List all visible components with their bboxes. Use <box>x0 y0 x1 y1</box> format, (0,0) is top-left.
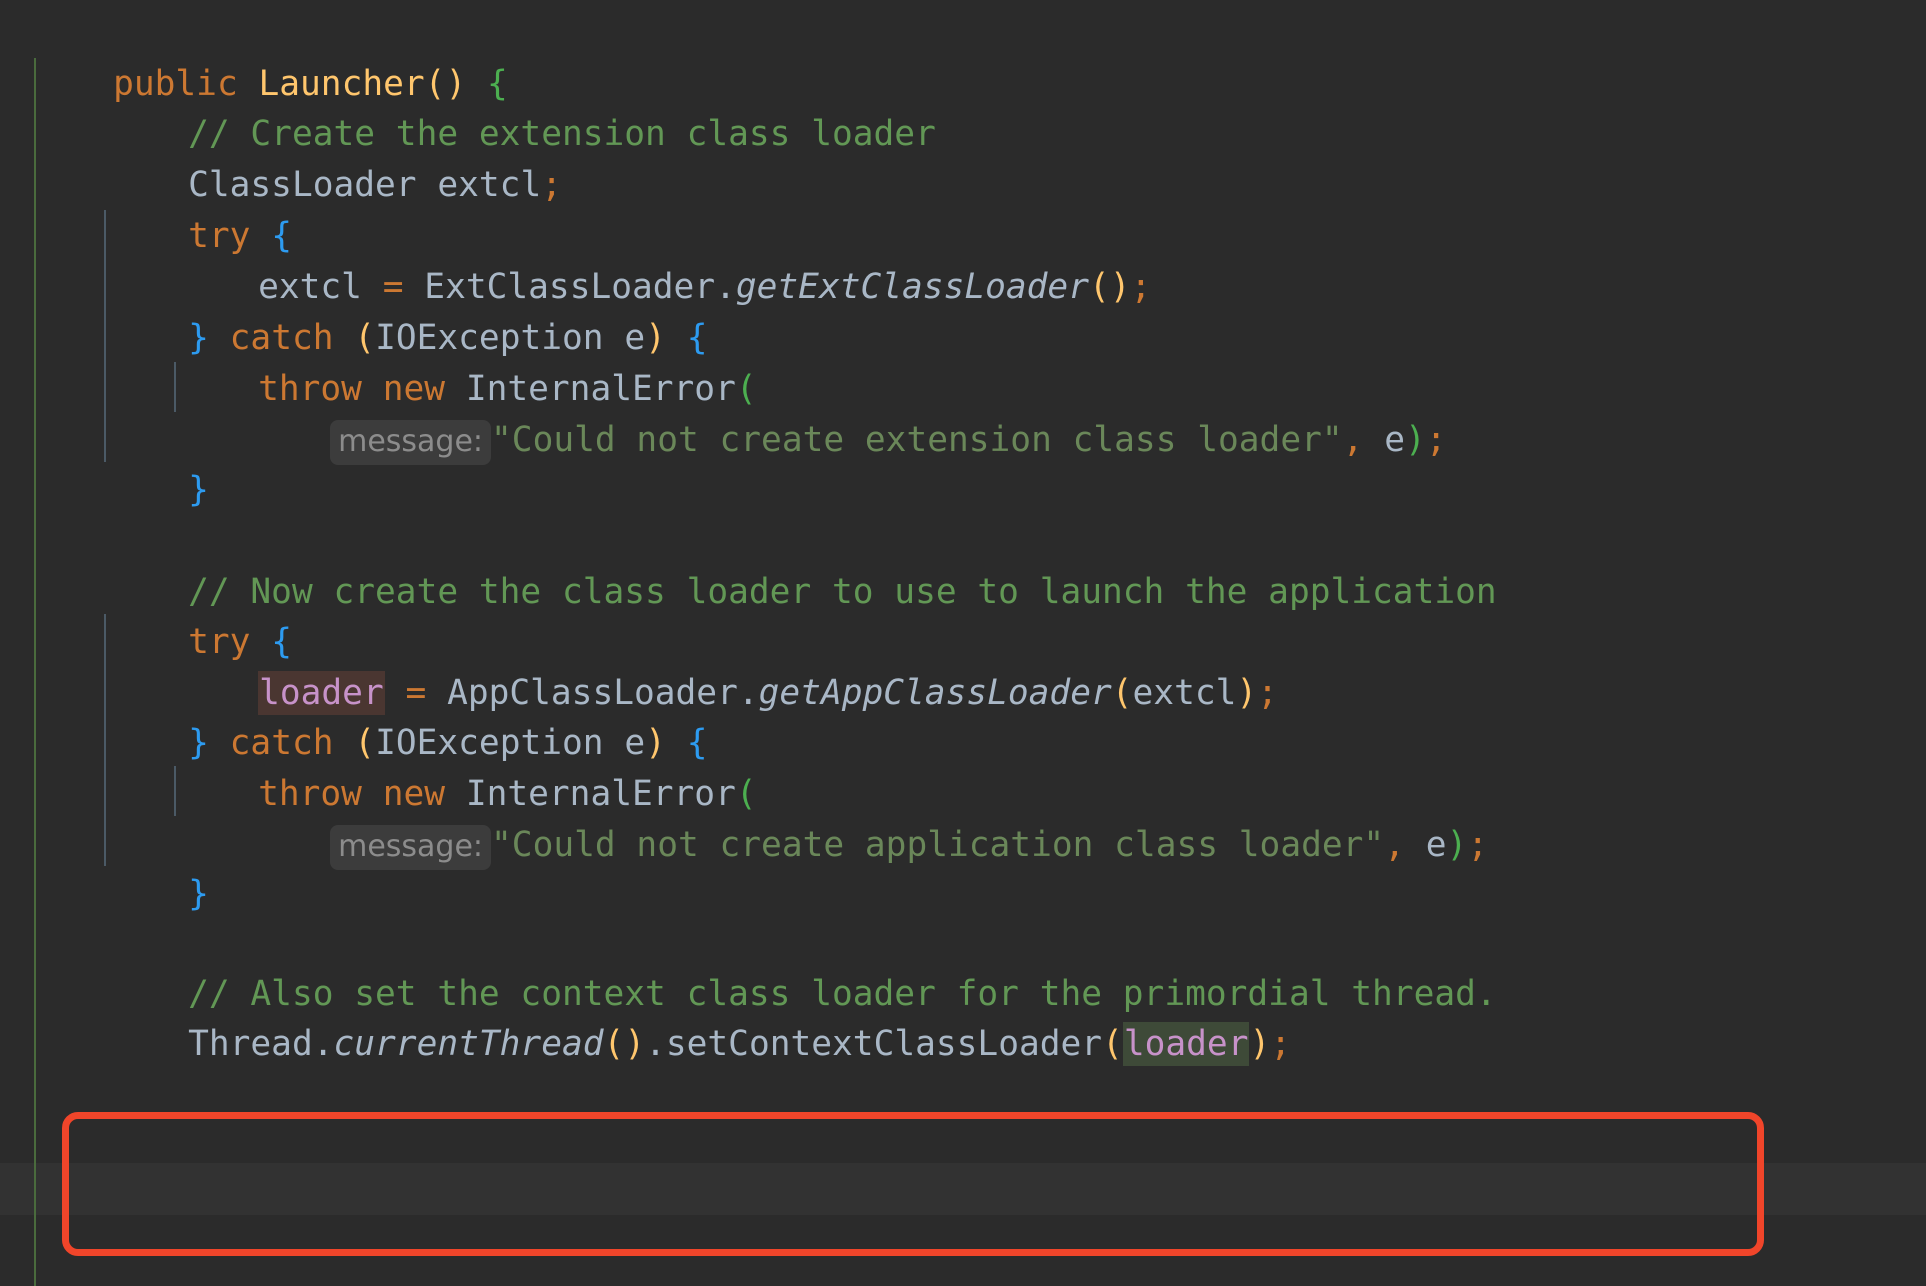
code-line-throw-1[interactable]: throw new InternalError( <box>0 313 757 409</box>
string-application-loader: "Could not create application class load… <box>491 825 1385 865</box>
throw-2-close-paren: ) <box>1446 825 1468 865</box>
currentthread-open-paren: ( <box>603 1024 625 1064</box>
code-line-assign-extcl[interactable]: extcl = ExtClassLoader.getExtClassLoader… <box>0 211 1151 307</box>
setcontext-close-paren: ) <box>1249 1024 1271 1064</box>
code-line-comment-1[interactable]: // Create the extension class loader <box>0 58 936 154</box>
method-getextclassloader: getExtClassLoader <box>735 267 1089 307</box>
method-currentthread: currentThread <box>333 1024 604 1064</box>
semicolon-setcontext: ; <box>1270 1024 1292 1064</box>
code-line-declaration[interactable]: ClassLoader extcl; <box>0 109 562 205</box>
setcontext-open-paren: ( <box>1102 1024 1123 1064</box>
code-line-close-brace-2[interactable]: } <box>0 818 209 914</box>
code-line-comment-3[interactable]: // Also set the context class loader for… <box>0 918 1497 1014</box>
parameter-hint-message-2: message: <box>330 825 492 870</box>
code-line-try-1[interactable]: try { <box>0 160 292 256</box>
throw-1-close-paren: ) <box>1404 420 1426 460</box>
code-line-signature[interactable]: public Launcher() { <box>0 8 508 104</box>
dot-setcontext: . <box>645 1024 666 1064</box>
semicolon-1: ; <box>1130 267 1152 307</box>
code-line-message-2[interactable]: message: "Could not create application cl… <box>0 769 1488 870</box>
highlighted-variable-loader-read: loader <box>1122 1022 1250 1066</box>
arg-e-2: e <box>1425 825 1447 865</box>
call-open-paren-2: ( <box>1111 673 1133 713</box>
code-line-message-1[interactable]: message: "Could not create extension clas… <box>0 364 1447 465</box>
code-line-try-2[interactable]: try { <box>0 566 292 662</box>
current-line-highlight <box>0 1163 1926 1215</box>
method-getappclassloader: getAppClassLoader <box>758 673 1112 713</box>
dot-1: . <box>715 267 736 307</box>
arg-e-1: e <box>1384 420 1405 460</box>
code-line-close-brace-1[interactable]: } <box>0 414 209 510</box>
code-line-comment-2[interactable]: // Now create the class loader to use to… <box>0 516 1497 612</box>
semicolon-msg-2: ; <box>1467 825 1489 865</box>
arg-extcl: extcl <box>1132 673 1237 713</box>
call-close-paren-2: ) <box>1236 673 1258 713</box>
code-line-catch-2[interactable]: } catch (IOException e) { <box>0 667 707 763</box>
semicolon-2: ; <box>1257 673 1278 713</box>
close-brace-1: } <box>188 470 209 510</box>
code-line-set-context-classloader[interactable]: Thread.currentThread().setContextClassLo… <box>0 968 1291 1066</box>
code-line-catch-1[interactable]: } catch (IOException e) { <box>0 262 707 358</box>
dot-2: . <box>737 673 759 713</box>
string-extension-loader: "Could not create extension class loader… <box>491 420 1343 460</box>
variable-extcl: extcl <box>437 165 542 205</box>
call-open-paren-1: ( <box>1088 267 1110 307</box>
comma-1: , <box>1342 420 1364 460</box>
parameter-hint-message-1: message: <box>330 420 492 465</box>
code-line-throw-2[interactable]: throw new InternalError( <box>0 718 757 814</box>
currentthread-close-paren: ) <box>624 1024 646 1064</box>
semicolon-decl: ; <box>541 165 562 205</box>
receiver-thread: Thread <box>188 1024 313 1064</box>
dot-thread: . <box>312 1024 334 1064</box>
method-setcontextclassloader: setContextClassLoader <box>665 1024 1103 1064</box>
comma-2: , <box>1384 825 1405 865</box>
close-brace-2: } <box>188 874 209 914</box>
code-line-assign-loader[interactable]: loader = AppClassLoader.getAppClassLoade… <box>0 617 1278 715</box>
code-editor[interactable]: public Launcher() { // Create the extens… <box>0 0 1926 1286</box>
comment-now-create-class-loader: // Now create the class loader to use to… <box>188 572 1497 612</box>
call-close-paren-1: ) <box>1109 267 1131 307</box>
semicolon-msg-1: ; <box>1425 420 1447 460</box>
